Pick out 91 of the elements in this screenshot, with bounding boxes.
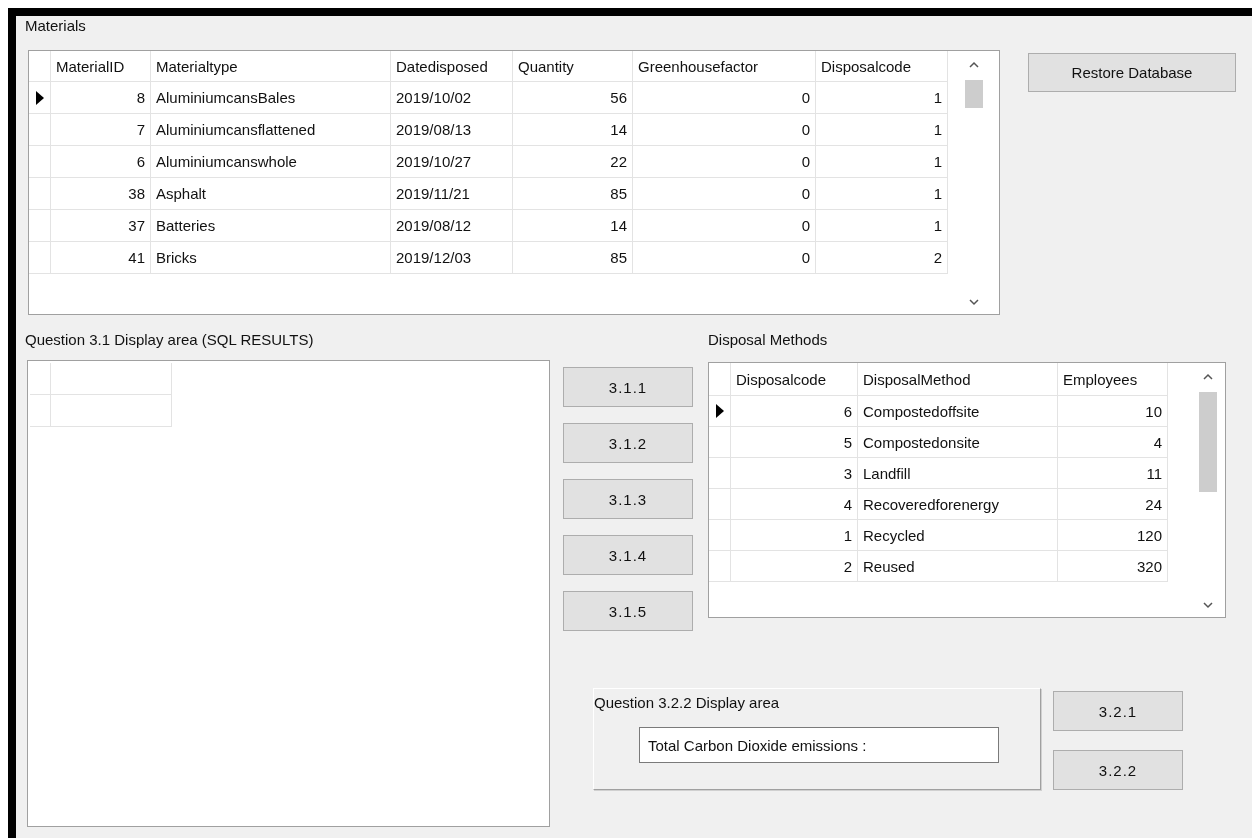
scroll-thumb[interactable]	[965, 80, 983, 108]
table-cell: 1	[816, 210, 948, 242]
output-field[interactable]: Total Carbon Dioxide emissions :	[639, 727, 999, 763]
table-cell: 14	[513, 114, 633, 146]
table-cell: 24	[1058, 489, 1168, 520]
question-button[interactable]: 3.1.4	[563, 535, 693, 575]
table-cell: Recycled	[858, 520, 1058, 551]
column-header[interactable]: Greenhousefactor	[633, 51, 816, 82]
table-cell: Batteries	[151, 210, 391, 242]
table-cell: 3	[731, 458, 858, 489]
table-cell: 2019/08/13	[391, 114, 513, 146]
table-cell: 0	[633, 178, 816, 210]
table-cell: 14	[513, 210, 633, 242]
scroll-up-icon[interactable]	[1203, 373, 1213, 380]
table-cell: AluminiumcansBales	[151, 82, 391, 114]
table-cell: 1	[816, 114, 948, 146]
table-cell: 0	[633, 114, 816, 146]
table-cell: 22	[513, 146, 633, 178]
column-header[interactable]: MaterialID	[51, 51, 151, 82]
question-button[interactable]: 3.1.5	[563, 591, 693, 631]
table-cell: Aluminiumcansflattened	[151, 114, 391, 146]
table-cell: 2019/08/12	[391, 210, 513, 242]
question-button[interactable]: 3.2.1	[1053, 691, 1183, 731]
row-pointer-icon	[715, 404, 724, 418]
row-pointer-icon	[35, 90, 44, 105]
table-cell: 320	[1058, 551, 1168, 582]
table-cell: 85	[513, 242, 633, 274]
data-grid[interactable]	[28, 50, 1000, 315]
table-cell: 0	[633, 82, 816, 114]
table-cell: 38	[51, 178, 151, 210]
table-cell: 2019/10/02	[391, 82, 513, 114]
table-cell: 1	[816, 82, 948, 114]
table-cell: Compostedonsite	[858, 427, 1058, 458]
table-cell: 2019/11/21	[391, 178, 513, 210]
table-cell: 2	[816, 242, 948, 274]
restore-database-button[interactable]: Restore Database	[1028, 53, 1236, 92]
table-cell: 0	[633, 242, 816, 274]
table-cell: Landfill	[858, 458, 1058, 489]
results-grid[interactable]	[27, 360, 550, 827]
question-button[interactable]: 3.1.1	[563, 367, 693, 407]
corner-header-cell[interactable]	[709, 363, 731, 396]
scroll-thumb[interactable]	[1199, 392, 1217, 492]
section-label: Question 3.1 Display area (SQL RESULTS)	[25, 330, 315, 350]
table-cell: 0	[633, 146, 816, 178]
row-header[interactable]	[709, 396, 731, 427]
table-cell: Compostedoffsite	[858, 396, 1058, 427]
table-cell: 10	[1058, 396, 1168, 427]
data-grid[interactable]: Disposalcode DisposalMethod Employees 6 Compostedoffsite 10 5 Compostedonsite 4 3 Landfill 11 4 Recoveredforenergy 24 1 Recycled 120 2 Reused 320	[708, 362, 1226, 618]
table-cell: 6	[51, 146, 151, 178]
table-cell: 1	[816, 178, 948, 210]
row-header[interactable]	[29, 82, 51, 114]
table-cell: 41	[51, 242, 151, 274]
table-cell: 2019/12/03	[391, 242, 513, 274]
column-header[interactable]: DisposalMethod	[858, 363, 1058, 396]
table-cell: Bricks	[151, 242, 391, 274]
table-cell: 0	[633, 210, 816, 242]
table-cell: 8	[51, 82, 151, 114]
column-header[interactable]: Disposalcode	[816, 51, 948, 82]
table-cell: Recoveredforenergy	[858, 489, 1058, 520]
table-cell: 2	[731, 551, 858, 582]
table-cell: Asphalt	[151, 178, 391, 210]
table-cell: 37	[51, 210, 151, 242]
table-cell: 7	[51, 114, 151, 146]
table-cell: 4	[1058, 427, 1168, 458]
table-cell: 4	[731, 489, 858, 520]
section-label: Materials	[25, 16, 87, 36]
table-cell: 2019/10/27	[391, 146, 513, 178]
table-cell: 11	[1058, 458, 1168, 489]
column-header[interactable]: Datedisposed	[391, 51, 513, 82]
table-cell: 1	[816, 146, 948, 178]
table-cell: Aluminiumcanswhole	[151, 146, 391, 178]
question-button[interactable]: 3.1.3	[563, 479, 693, 519]
table-cell: 120	[1058, 520, 1168, 551]
table-cell: 6	[731, 396, 858, 427]
section-label: Disposal Methods	[708, 330, 829, 350]
question-button[interactable]: 3.2.2	[1053, 750, 1183, 790]
scroll-down-icon[interactable]	[969, 299, 979, 306]
table-cell: 85	[513, 178, 633, 210]
scroll-down-icon[interactable]	[1203, 602, 1213, 609]
question-button[interactable]: 3.1.2	[563, 423, 693, 463]
column-header[interactable]: Quantity	[513, 51, 633, 82]
column-header[interactable]: Disposalcode	[731, 363, 858, 396]
table-cell: 56	[513, 82, 633, 114]
column-header[interactable]: Materialtype	[151, 51, 391, 82]
table-cell: 5	[731, 427, 858, 458]
corner-header-cell[interactable]	[29, 51, 51, 82]
table-cell: 1	[731, 520, 858, 551]
group-label: Question 3.2.2 Display area	[594, 693, 781, 713]
table-cell: Reused	[858, 551, 1058, 582]
scroll-up-icon[interactable]	[969, 61, 979, 68]
column-header[interactable]: Employees	[1058, 363, 1168, 396]
